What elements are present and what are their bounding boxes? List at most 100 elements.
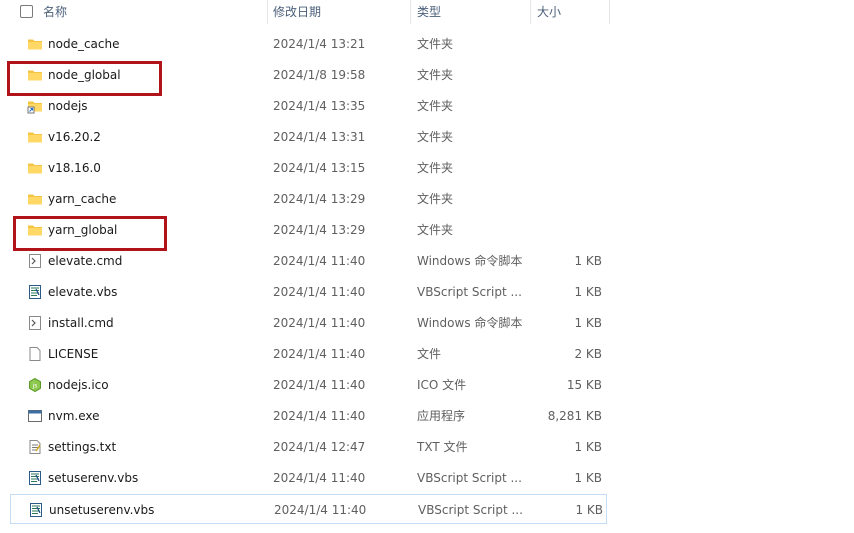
- file-modified-date: 2024/1/4 11:40: [273, 347, 366, 361]
- file-size: [530, 29, 602, 59]
- file-size: 1 KB: [574, 254, 602, 268]
- folder-icon: [27, 191, 43, 207]
- highlight-box: [13, 216, 167, 251]
- file-modified-date: 2024/1/4 11:40: [273, 285, 366, 299]
- cmd-file-icon: [27, 253, 43, 269]
- file-modified-date: 2024/1/4 11:40: [273, 254, 366, 268]
- file-type: 文件夹: [417, 68, 454, 82]
- txt-file-icon: [27, 439, 43, 455]
- file-row[interactable]: v16.20.2 2024/1/4 13:31 文件夹: [10, 122, 607, 152]
- file-row[interactable]: LICENSE 2024/1/4 11:40 文件 2 KB: [10, 339, 607, 369]
- file-size: 1 KB: [574, 285, 602, 299]
- file-type: ICO 文件: [417, 378, 467, 392]
- vbs-file-icon: [27, 470, 43, 486]
- file-row[interactable]: v18.16.0 2024/1/4 13:15 文件夹: [10, 153, 607, 183]
- file-name: v16.20.2: [48, 130, 101, 144]
- vbs-file-icon: [27, 284, 43, 300]
- column-header-bar: ^ 名称 修改日期 类型 大小: [0, 0, 610, 24]
- chevron-up-icon[interactable]: ^: [138, 0, 146, 3]
- file-modified-date: 2024/1/4 13:31: [273, 130, 366, 144]
- file-name: unsetuserenv.vbs: [49, 503, 155, 517]
- file-modified-date: 2024/1/4 13:29: [273, 192, 366, 206]
- file-type: TXT 文件: [417, 440, 468, 454]
- file-name: settings.txt: [48, 440, 117, 454]
- file-modified-date: 2024/1/4 11:40: [273, 409, 366, 423]
- file-size: [530, 60, 602, 90]
- file-type: 文件夹: [417, 37, 454, 51]
- file-size: 1 KB: [574, 316, 602, 330]
- column-header-date[interactable]: 修改日期: [273, 0, 321, 24]
- file-modified-date: 2024/1/4 12:47: [273, 440, 366, 454]
- file-type: 应用程序: [417, 409, 466, 423]
- file-type: VBScript Script ...: [417, 471, 522, 485]
- file-modified-date: 2024/1/4 11:40: [273, 378, 366, 392]
- cmd-file-icon: [27, 315, 43, 331]
- file-size: 1 KB: [575, 503, 603, 517]
- file-modified-date: 2024/1/4 11:40: [273, 471, 366, 485]
- file-name: install.cmd: [48, 316, 114, 330]
- file-type: Windows 命令脚本: [417, 254, 523, 268]
- file-modified-date: 2024/1/4 13:29: [273, 223, 366, 237]
- column-header-type[interactable]: 类型: [417, 0, 441, 24]
- vbs-file-icon: [28, 502, 44, 518]
- file-row[interactable]: node_cache 2024/1/4 13:21 文件夹: [10, 29, 607, 59]
- file-size: 1 KB: [574, 471, 602, 485]
- ico-file-icon: js: [27, 377, 43, 393]
- column-header-size[interactable]: 大小: [537, 0, 561, 24]
- file-name: LICENSE: [48, 347, 99, 361]
- file-name: elevate.vbs: [48, 285, 118, 299]
- column-divider[interactable]: [530, 0, 531, 24]
- file-size: 8,281 KB: [547, 409, 602, 423]
- file-modified-date: 2024/1/8 19:58: [273, 68, 366, 82]
- file-type: VBScript Script ...: [417, 285, 522, 299]
- file-size: [530, 153, 602, 183]
- file-size: 1 KB: [574, 440, 602, 454]
- file-name: setuserenv.vbs: [48, 471, 139, 485]
- file-type: 文件: [417, 347, 442, 361]
- file-type: 文件夹: [417, 99, 454, 113]
- folder-icon: [27, 36, 43, 52]
- file-row[interactable]: elevate.vbs 2024/1/4 11:40 VBScript Script…: [10, 277, 607, 307]
- highlight-box: [7, 61, 162, 96]
- blank-file-icon: [27, 346, 43, 362]
- file-row[interactable]: js nodejs.ico 2024/1/4 11:40 ICO 文件 15 KB: [10, 370, 607, 400]
- file-row[interactable]: settings.txt 2024/1/4 12:47 TXT 文件 1 KB: [10, 432, 607, 462]
- file-size: 2 KB: [574, 347, 602, 361]
- file-row[interactable]: yarn_cache 2024/1/4 13:29 文件夹: [10, 184, 607, 214]
- file-modified-date: 2024/1/4 13:35: [273, 99, 366, 113]
- file-size: [530, 122, 602, 152]
- file-modified-date: 2024/1/4 13:15: [273, 161, 366, 175]
- file-name: node_cache: [48, 37, 120, 51]
- folder-icon: [27, 129, 43, 145]
- file-type: 文件夹: [417, 130, 454, 144]
- exe-file-icon: [27, 408, 43, 424]
- file-modified-date: 2024/1/4 11:40: [273, 316, 366, 330]
- file-modified-date: 2024/1/4 11:40: [274, 503, 367, 517]
- file-name: v18.16.0: [48, 161, 101, 175]
- file-size: [530, 91, 602, 121]
- file-row[interactable]: install.cmd 2024/1/4 11:40 Windows 命令脚本 1 K…: [10, 308, 607, 338]
- select-all-checkbox[interactable]: [20, 5, 33, 18]
- file-size: 15 KB: [566, 378, 602, 392]
- column-divider[interactable]: [609, 0, 610, 24]
- file-modified-date: 2024/1/4 13:21: [273, 37, 366, 51]
- column-divider[interactable]: [267, 0, 268, 24]
- file-type: VBScript Script ...: [418, 503, 523, 517]
- file-row[interactable]: nvm.exe 2024/1/4 11:40 应用程序 8,281 KB: [10, 401, 607, 431]
- file-name: nodejs.ico: [48, 378, 109, 392]
- file-type: 文件夹: [417, 223, 454, 237]
- svg-text:js: js: [32, 383, 38, 390]
- file-type: 文件夹: [417, 192, 454, 206]
- file-name: yarn_cache: [48, 192, 117, 206]
- file-size: [530, 215, 602, 245]
- file-type: 文件夹: [417, 161, 454, 175]
- file-row[interactable]: unsetuserenv.vbs 2024/1/4 11:40 VBScript S…: [10, 494, 607, 524]
- file-name: nvm.exe: [48, 409, 100, 423]
- folder-shortcut-icon: [27, 98, 43, 114]
- column-header-name[interactable]: 名称: [43, 0, 67, 24]
- file-size: [530, 184, 602, 214]
- column-divider[interactable]: [410, 0, 411, 24]
- folder-icon: [27, 160, 43, 176]
- file-type: Windows 命令脚本: [417, 316, 523, 330]
- file-row[interactable]: setuserenv.vbs 2024/1/4 11:40 VBScript Scr…: [10, 463, 607, 493]
